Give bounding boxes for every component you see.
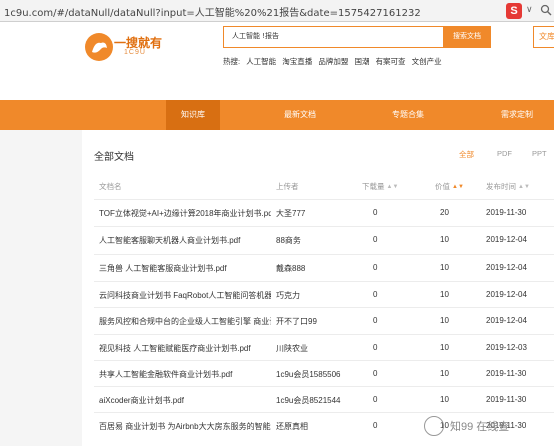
download-count: 0 bbox=[373, 369, 378, 378]
table-row[interactable]: 服务风控和合规中台的企业级人工智能引擎 商业计划书开不了口99 0 10 2019-1… bbox=[94, 307, 554, 333]
uploader-name: 1c9u会员1585506 bbox=[276, 370, 341, 379]
table-row[interactable]: aiXcoder商业计划书.pdf 1c9u会员8521544 0 10 2019-11… bbox=[94, 386, 554, 412]
nav-item-knowledge[interactable]: 知识库 bbox=[166, 100, 220, 130]
sort-icon[interactable]: ▲▼ bbox=[387, 184, 399, 190]
document-name[interactable]: 百居易 商业计划书 为Airbnb大大房东服务的智能民居 bbox=[99, 421, 271, 432]
uploader-name: 88商务 bbox=[276, 236, 301, 245]
hot-search-item[interactable]: 国潮 bbox=[354, 57, 369, 66]
watermark: 知99 在线查 bbox=[424, 414, 552, 438]
document-name[interactable]: 云问科技商业计划书 FaqRobot人工智能问答机器人.p bbox=[99, 290, 271, 301]
publish-date: 2019-11-30 bbox=[486, 369, 527, 378]
nav-item-topics[interactable]: 专题合集 bbox=[392, 100, 424, 130]
watermark-text: 知99 在线查 bbox=[450, 421, 510, 433]
hot-search-item[interactable]: 人工智能 bbox=[246, 57, 276, 66]
publish-date: 2019-12-04 bbox=[486, 290, 527, 299]
price-value: 10 bbox=[440, 369, 449, 378]
publish-date: 2019-12-04 bbox=[486, 316, 527, 325]
document-name[interactable]: aiXcoder商业计划书.pdf bbox=[99, 395, 271, 406]
download-count: 0 bbox=[373, 421, 378, 430]
price-value: 20 bbox=[440, 208, 449, 217]
price-value: 10 bbox=[440, 316, 449, 325]
table-row[interactable]: 视见科技 人工智能赋能医疗商业计划书.pdf 川陕农业 0 10 2019-12-03 bbox=[94, 334, 554, 360]
document-name[interactable]: 视见科技 人工智能赋能医疗商业计划书.pdf bbox=[99, 343, 271, 354]
filter-all[interactable]: 全部 bbox=[459, 149, 474, 160]
document-name[interactable]: 服务风控和合规中台的企业级人工智能引擎 商业计划书 bbox=[99, 316, 271, 327]
search-icon[interactable] bbox=[540, 4, 552, 16]
search-input[interactable] bbox=[232, 32, 432, 40]
download-count: 0 bbox=[373, 316, 378, 325]
price-value: 10 bbox=[440, 343, 449, 352]
publish-date: 2019-12-04 bbox=[486, 263, 527, 272]
main-nav: 知识库 最新文档 专题合集 需求定制 bbox=[0, 100, 554, 130]
site-header: 一搜就有 1C9U 搜索文档 文库 热搜: 人工智能 淘宝直播 品牌加盟 国潮 … bbox=[0, 22, 554, 100]
download-count: 0 bbox=[373, 395, 378, 404]
hot-search-item[interactable]: 文创产业 bbox=[412, 57, 442, 66]
uploader-name: 巧克力 bbox=[276, 291, 300, 300]
page-title: 全部文档 bbox=[94, 152, 134, 163]
hot-search-item[interactable]: 淘宝直播 bbox=[282, 57, 312, 66]
logo-subtitle: 1C9U bbox=[124, 49, 146, 56]
download-count: 0 bbox=[373, 290, 378, 299]
left-gutter bbox=[0, 130, 82, 446]
site-logo[interactable]: 一搜就有 1C9U bbox=[84, 30, 162, 64]
publish-date: 2019-12-04 bbox=[486, 235, 527, 244]
publish-date: 2019-11-30 bbox=[486, 395, 527, 404]
address-url[interactable]: 1c9u.com/#/dataNull/dataNull?input=人工智能%… bbox=[4, 4, 421, 19]
document-name[interactable]: 三角兽 人工智能客服商业计划书.pdf bbox=[99, 263, 271, 274]
page-root: { "browser": { "url": "1c9u.com/#/dataNu… bbox=[0, 0, 554, 446]
table-row[interactable]: 共享人工智能金融软件商业计划书.pdf 1c9u会员1585506 0 10 2019-… bbox=[94, 360, 554, 386]
publish-date: 2019-12-03 bbox=[486, 343, 527, 352]
uploader-name: 开不了口99 bbox=[276, 317, 317, 326]
document-name[interactable]: 共享人工智能金融软件商业计划书.pdf bbox=[99, 369, 271, 380]
table-row[interactable]: 三角兽 人工智能客服商业计划书.pdf 戴森888 0 10 2019-12-04 bbox=[94, 254, 554, 280]
uploader-name: 还原真相 bbox=[276, 422, 308, 431]
column-header-name: 文档名 bbox=[99, 182, 122, 191]
filter-ppt[interactable]: PPT bbox=[532, 149, 547, 158]
publish-date: 2019-11-30 bbox=[486, 208, 527, 217]
table-row[interactable]: TOF立体视觉+AI+边缘计算2018年商业计划书.pdf 大圣777 0 20 201… bbox=[94, 199, 554, 225]
search-box bbox=[223, 26, 444, 48]
nav-item-custom[interactable]: 需求定制 bbox=[501, 100, 533, 130]
column-header-uploader: 上传者 bbox=[276, 182, 299, 191]
table-row[interactable]: 人工智能客服聊天机器人商业计划书.pdf 88商务 0 10 2019-12-04 bbox=[94, 226, 554, 252]
search-button[interactable]: 搜索文档 bbox=[443, 26, 491, 48]
logo-fox-icon bbox=[85, 33, 113, 61]
uploader-name: 1c9u会员8521544 bbox=[276, 396, 341, 405]
uploader-name: 川陕农业 bbox=[276, 344, 308, 353]
hot-search-bar: 热搜: 人工智能 淘宝直播 品牌加盟 国潮 有案可查 文创产业 bbox=[223, 56, 446, 67]
column-header-downloads[interactable]: 下载量 ▲▼ bbox=[362, 181, 398, 192]
download-count: 0 bbox=[373, 235, 378, 244]
download-count: 0 bbox=[373, 343, 378, 352]
download-count: 0 bbox=[373, 263, 378, 272]
hot-search-item[interactable]: 有案可查 bbox=[376, 57, 406, 66]
document-name[interactable]: TOF立体视觉+AI+边缘计算2018年商业计划书.pdf bbox=[99, 208, 271, 219]
filter-pdf[interactable]: PDF bbox=[497, 149, 512, 158]
uploader-name: 大圣777 bbox=[276, 209, 306, 218]
browser-extension-icon[interactable]: S bbox=[506, 3, 522, 19]
sort-icon[interactable]: ▲▼ bbox=[452, 184, 464, 190]
sort-icon[interactable]: ▲▼ bbox=[518, 184, 530, 190]
chevron-down-icon[interactable]: ∨ bbox=[526, 4, 533, 15]
price-value: 10 bbox=[440, 263, 449, 272]
price-value: 10 bbox=[440, 235, 449, 244]
nav-item-latest[interactable]: 最新文档 bbox=[284, 100, 316, 130]
column-header-price[interactable]: 价值 ▲▼ bbox=[435, 181, 464, 192]
wechat-logo-icon bbox=[424, 416, 444, 436]
table-row[interactable]: 云问科技商业计划书 FaqRobot人工智能问答机器人.p 巧克力 0 10 2019-… bbox=[94, 281, 554, 307]
library-button[interactable]: 文库 bbox=[533, 26, 554, 48]
document-name[interactable]: 人工智能客服聊天机器人商业计划书.pdf bbox=[99, 235, 271, 246]
hot-search-label: 热搜: bbox=[223, 57, 241, 66]
download-count: 0 bbox=[373, 208, 378, 217]
column-header-date[interactable]: 发布时间 ▲▼ bbox=[486, 181, 530, 192]
uploader-name: 戴森888 bbox=[276, 264, 306, 273]
browser-address-bar: 1c9u.com/#/dataNull/dataNull?input=人工智能%… bbox=[0, 0, 554, 22]
price-value: 10 bbox=[440, 290, 449, 299]
price-value: 10 bbox=[440, 395, 449, 404]
hot-search-item[interactable]: 品牌加盟 bbox=[318, 57, 348, 66]
